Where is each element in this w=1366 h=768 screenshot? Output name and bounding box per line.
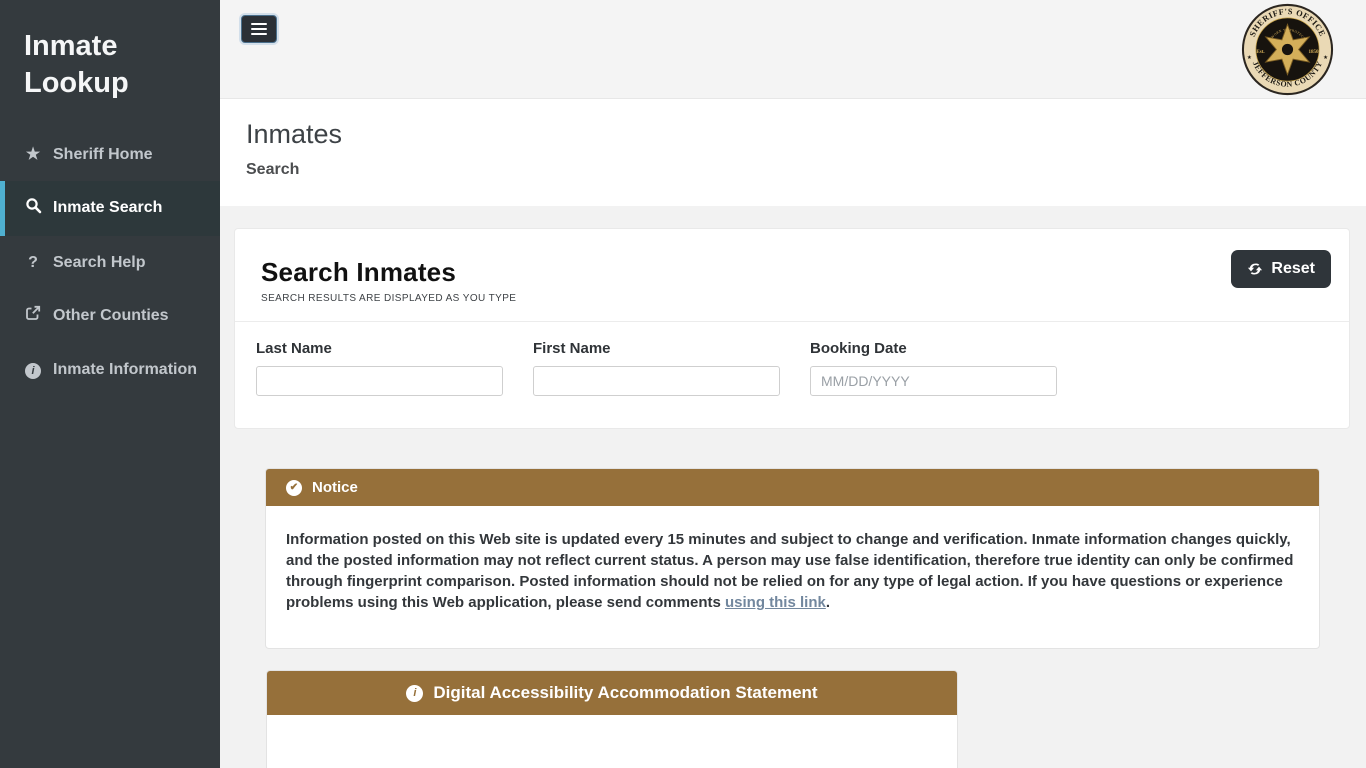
sidebar-item-label: Search Help bbox=[53, 252, 145, 273]
sidebar: Inmate Lookup ★ Sheriff Home Inmate Sear… bbox=[0, 0, 220, 768]
sidebar-item-inmate-information[interactable]: i Inmate Information bbox=[0, 343, 220, 396]
external-link-icon bbox=[24, 305, 42, 327]
accessibility-panel-title: Digital Accessibility Accommodation Stat… bbox=[433, 683, 817, 703]
sidebar-item-search-help[interactable]: ? Search Help bbox=[0, 236, 220, 289]
page-header: Inmates Search bbox=[220, 99, 1366, 206]
seal-right-star-icon: ★ bbox=[1323, 54, 1328, 61]
booking-date-field-group: Booking Date bbox=[810, 340, 1057, 396]
hamburger-icon bbox=[251, 23, 267, 25]
reset-button[interactable]: Reset bbox=[1231, 250, 1331, 288]
seal-left-star-icon: ★ bbox=[1247, 54, 1252, 61]
booking-date-label: Booking Date bbox=[810, 340, 1057, 357]
inmate-lookup-app: Inmate Lookup ★ Sheriff Home Inmate Sear… bbox=[0, 0, 1366, 768]
search-icon bbox=[24, 197, 42, 220]
sidebar-item-sheriff-home[interactable]: ★ Sheriff Home bbox=[0, 128, 220, 181]
reset-button-label: Reset bbox=[1271, 260, 1315, 278]
accessibility-panel-body bbox=[267, 715, 957, 768]
sidebar-nav: ★ Sheriff Home Inmate Search ? Search He… bbox=[0, 128, 220, 396]
search-card-header: Search Inmates SEARCH RESULTS ARE DISPLA… bbox=[235, 229, 1349, 322]
search-card-subtitle: SEARCH RESULTS ARE DISPLAYED AS YOU TYPE bbox=[261, 293, 1331, 304]
sidebar-item-label: Other Counties bbox=[53, 305, 169, 326]
refresh-icon bbox=[1247, 261, 1263, 277]
search-inmates-card: Search Inmates SEARCH RESULTS ARE DISPLA… bbox=[234, 228, 1350, 429]
notice-panel: ✔ Notice Information posted on this Web … bbox=[265, 468, 1320, 649]
sidebar-item-label: Sheriff Home bbox=[53, 144, 153, 165]
sheriff-office-seal: SHERIFF'S OFFICE JEFFERSON COUNTY SWORN … bbox=[1241, 3, 1334, 96]
notice-panel-header: ✔ Notice bbox=[266, 469, 1319, 506]
page-title: Inmates bbox=[246, 119, 1366, 150]
accessibility-panel: i Digital Accessibility Accommodation St… bbox=[266, 670, 958, 768]
star-icon: ★ bbox=[24, 144, 42, 165]
comments-link[interactable]: using this link bbox=[725, 594, 826, 611]
sidebar-item-label: Inmate Information bbox=[53, 359, 197, 380]
sidebar-item-other-counties[interactable]: Other Counties bbox=[0, 289, 220, 343]
first-name-input[interactable] bbox=[533, 366, 780, 396]
sidebar-item-label: Inmate Search bbox=[53, 197, 162, 218]
search-form: Last Name First Name Booking Date bbox=[235, 322, 1349, 428]
seal-est-label: Est. bbox=[1256, 50, 1265, 55]
last-name-field-group: Last Name bbox=[256, 340, 503, 396]
check-circle-icon: ✔ bbox=[286, 480, 302, 496]
first-name-field-group: First Name bbox=[533, 340, 780, 396]
last-name-label: Last Name bbox=[256, 340, 503, 357]
booking-date-input[interactable] bbox=[810, 366, 1057, 396]
last-name-input[interactable] bbox=[256, 366, 503, 396]
main-area: SHERIFF'S OFFICE JEFFERSON COUNTY SWORN … bbox=[220, 0, 1366, 768]
seal-est-year: 1850 bbox=[1309, 50, 1320, 55]
accessibility-panel-header: i Digital Accessibility Accommodation St… bbox=[267, 671, 957, 715]
first-name-label: First Name bbox=[533, 340, 780, 357]
search-card-title: Search Inmates bbox=[261, 257, 1331, 288]
page-subtitle: Search bbox=[246, 161, 1366, 179]
sidebar-item-inmate-search[interactable]: Inmate Search bbox=[0, 181, 220, 236]
topbar: SHERIFF'S OFFICE JEFFERSON COUNTY SWORN … bbox=[220, 0, 1366, 99]
question-icon: ? bbox=[24, 252, 42, 273]
info-icon: i bbox=[24, 359, 42, 380]
info-circle-icon: i bbox=[406, 685, 423, 702]
notice-panel-title: Notice bbox=[312, 479, 358, 496]
notice-panel-body: Information posted on this Web site is u… bbox=[266, 506, 1319, 648]
notice-text-end: . bbox=[826, 594, 830, 611]
sidebar-toggle-button[interactable] bbox=[241, 15, 277, 43]
app-title: Inmate Lookup bbox=[0, 0, 220, 122]
